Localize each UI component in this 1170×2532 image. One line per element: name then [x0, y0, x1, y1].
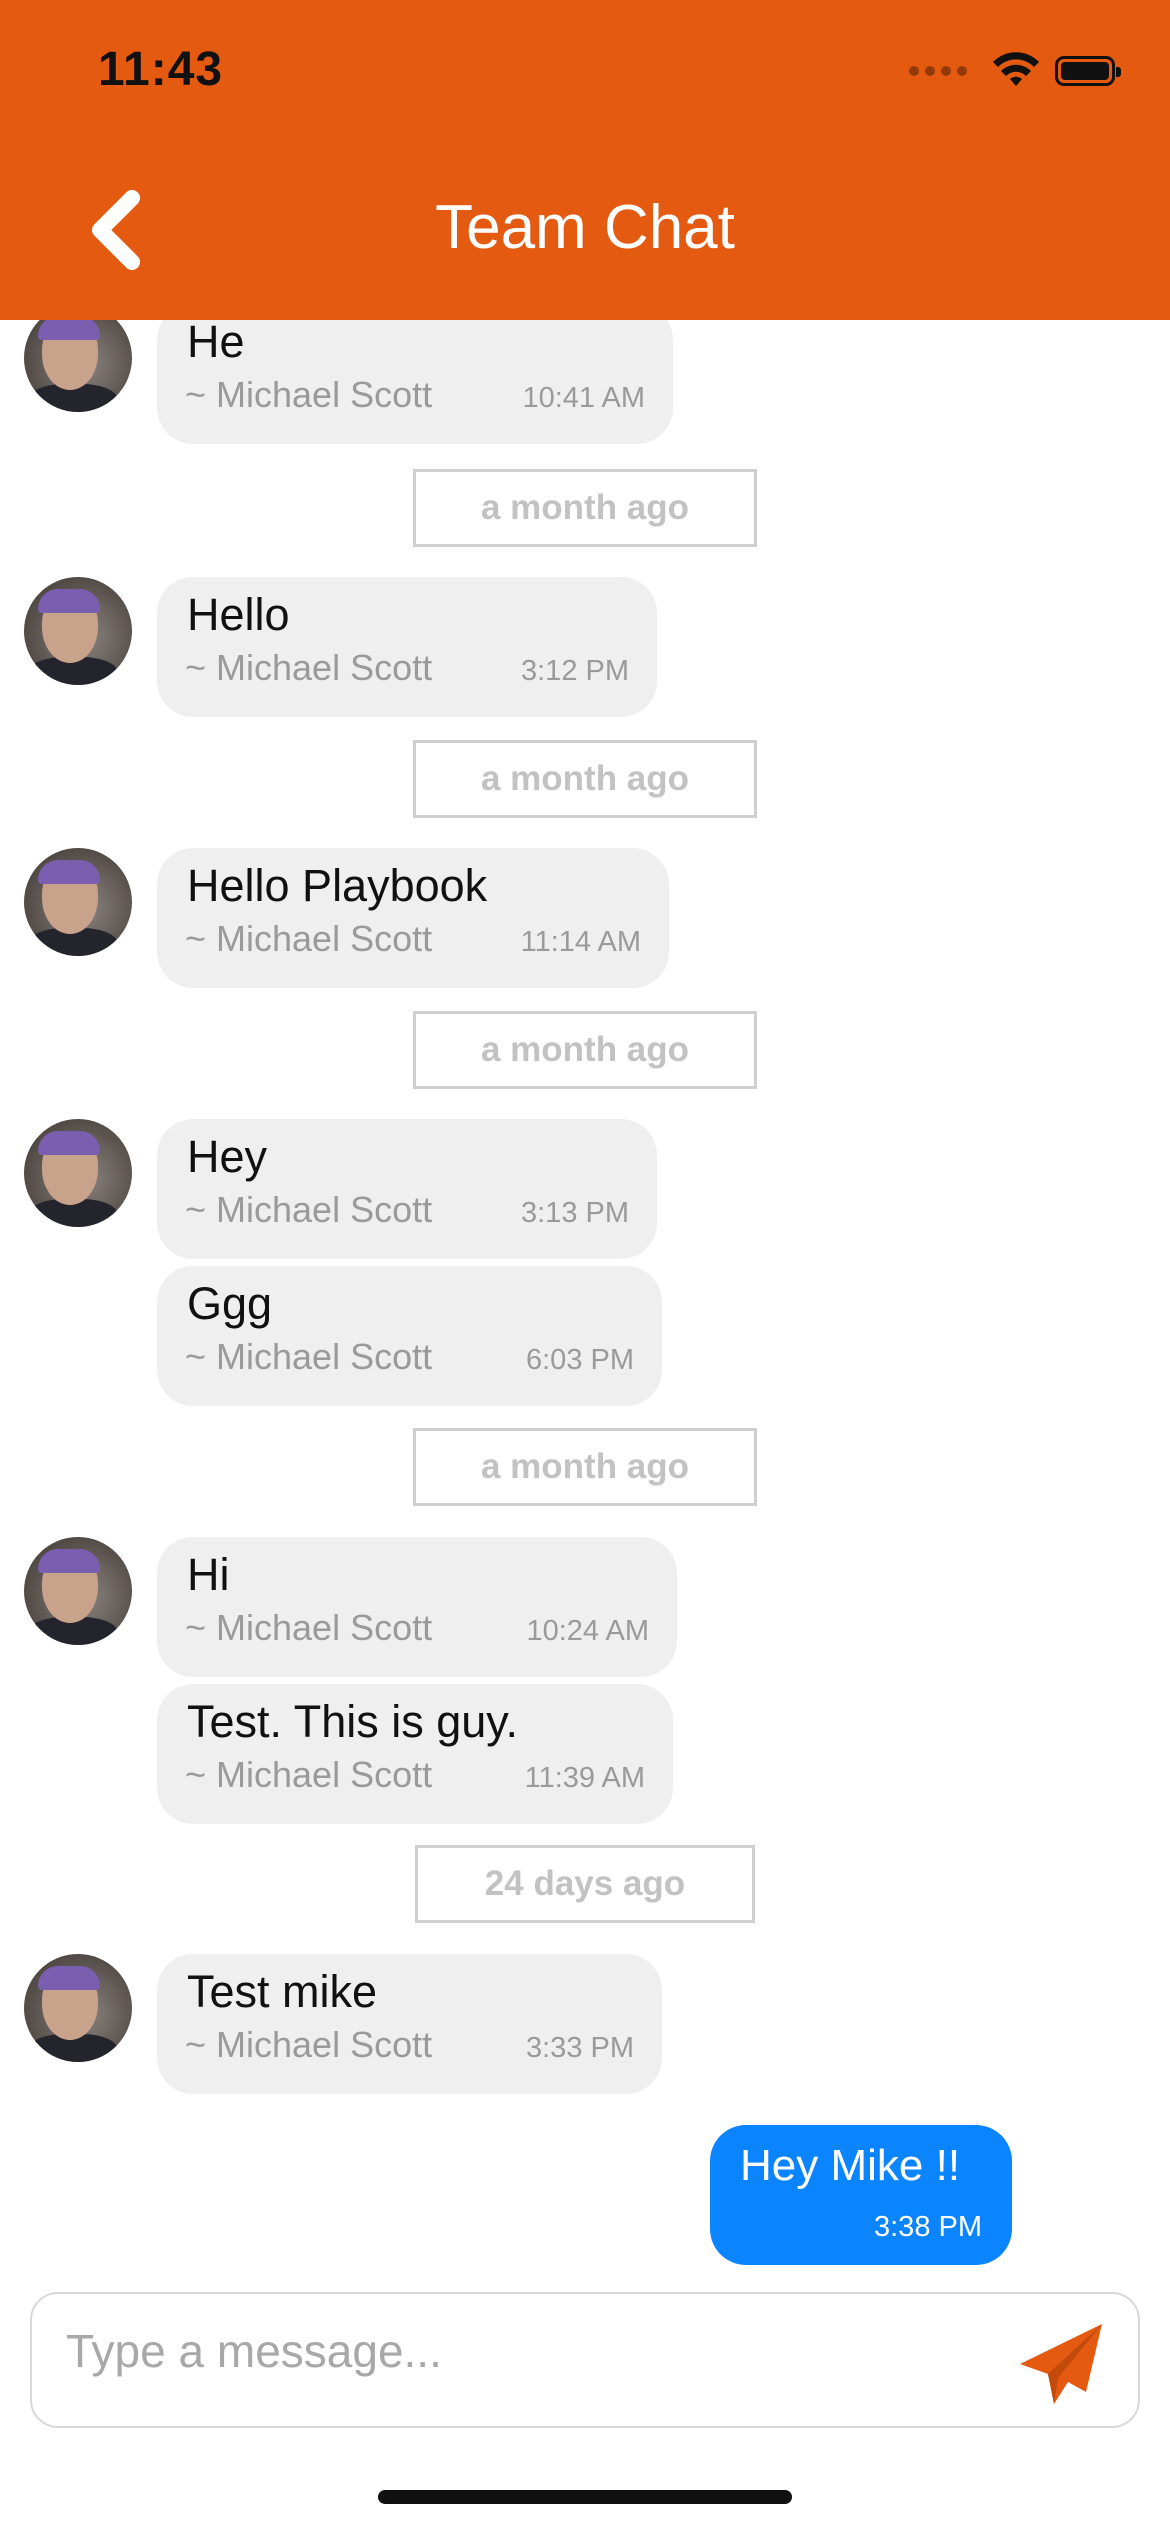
- message-author: ~ Michael Scott: [185, 1336, 433, 1377]
- message-text: Hello: [187, 589, 290, 640]
- message-author: ~ Michael Scott: [185, 918, 433, 959]
- avatar[interactable]: [24, 848, 132, 956]
- status-time: 11:43: [98, 43, 224, 96]
- message-text: Ggg: [187, 1278, 273, 1329]
- message-author: ~ Michael Scott: [185, 647, 433, 688]
- app-header: 11:43 Team Chat: [0, 0, 1170, 320]
- message-bubble[interactable]: Hi ~ Michael Scott 10:24 AM: [157, 1537, 677, 1677]
- message-bubble[interactable]: He ~ Michael Scott 10:41 AM: [157, 320, 673, 444]
- message-time: 11:14 AM: [520, 926, 641, 958]
- message-text: Test. This is guy.: [187, 1696, 518, 1747]
- date-separator: 24 days ago: [415, 1845, 755, 1923]
- message-time: 3:13 PM: [521, 1197, 629, 1229]
- message-bubble[interactable]: Ggg ~ Michael Scott 6:03 PM: [157, 1266, 662, 1406]
- message-author: ~ Michael Scott: [185, 2024, 433, 2065]
- date-separator: a month ago: [413, 469, 757, 547]
- date-separator: a month ago: [413, 1428, 757, 1506]
- message-text: Hello Playbook: [187, 860, 488, 911]
- message-composer: [30, 2292, 1140, 2428]
- home-indicator[interactable]: [378, 2490, 792, 2504]
- message-bubble[interactable]: Hey ~ Michael Scott 3:13 PM: [157, 1119, 657, 1259]
- message-time: 11:39 AM: [524, 1762, 645, 1794]
- message-time: 10:41 AM: [522, 382, 645, 414]
- date-separator: a month ago: [413, 740, 757, 818]
- avatar[interactable]: [24, 1954, 132, 2062]
- message-author: ~ Michael Scott: [185, 1754, 433, 1795]
- avatar[interactable]: [24, 577, 132, 685]
- message-text: Test mike: [187, 1966, 378, 2017]
- message-text: Hey Mike !!: [740, 2141, 961, 2190]
- message-bubble[interactable]: Hello Playbook ~ Michael Scott 11:14 AM: [157, 848, 669, 988]
- message-time: 6:03 PM: [526, 1344, 634, 1376]
- message-bubble[interactable]: Hello ~ Michael Scott 3:12 PM: [157, 577, 657, 717]
- status-icons: [909, 52, 1121, 90]
- message-bubble[interactable]: Test mike ~ Michael Scott 3:33 PM: [157, 1954, 662, 2094]
- message-text: Hi: [187, 1549, 230, 1600]
- send-icon: [1020, 2324, 1102, 2404]
- message-time: 3:12 PM: [521, 655, 629, 687]
- page-title: Team Chat: [435, 193, 735, 262]
- message-bubble[interactable]: Test. This is guy. ~ Michael Scott 11:39…: [157, 1684, 673, 1824]
- message-input[interactable]: [64, 2320, 968, 2382]
- battery-icon: [1055, 56, 1121, 86]
- avatar[interactable]: [24, 320, 132, 412]
- signal-icon: [909, 66, 967, 76]
- send-button[interactable]: [1014, 2316, 1110, 2412]
- avatar[interactable]: [24, 1119, 132, 1227]
- message-time: 3:38 PM: [874, 2211, 982, 2243]
- message-author: ~ Michael Scott: [185, 374, 433, 415]
- outgoing-message-bubble[interactable]: Hey Mike !! 3:38 PM: [710, 2125, 1012, 2265]
- message-author: ~ Michael Scott: [185, 1189, 433, 1230]
- wifi-icon: [993, 52, 1039, 86]
- avatar[interactable]: [24, 1537, 132, 1645]
- date-separator: a month ago: [413, 1011, 757, 1089]
- message-time: 10:24 AM: [526, 1615, 649, 1647]
- message-text: Hey: [187, 1131, 268, 1182]
- message-list[interactable]: He ~ Michael Scott 10:41 AM a month ago …: [0, 320, 1170, 2280]
- message-author: ~ Michael Scott: [185, 1607, 433, 1648]
- message-time: 3:33 PM: [526, 2032, 634, 2064]
- message-text: He: [187, 320, 245, 367]
